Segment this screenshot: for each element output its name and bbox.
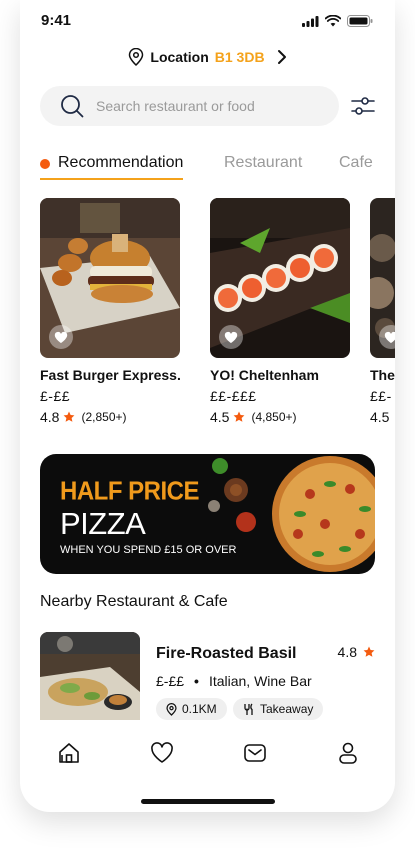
tab-label: Recommendation (58, 154, 184, 171)
status-time: 9:41 (41, 12, 72, 29)
bottom-navigation (20, 720, 395, 784)
distance-value: 0.1KM (182, 702, 217, 716)
rating-value: 4.8 (40, 409, 60, 425)
restaurant-thumbnail (40, 632, 140, 722)
star-icon (363, 646, 375, 657)
restaurant-card[interactable]: YO! Cheltenham ££-£££ 4.5 (4,850+) (210, 198, 350, 425)
search-icon (61, 95, 84, 118)
active-dot (40, 159, 50, 169)
restaurant-image-burger (40, 198, 180, 358)
section-title-nearby: Nearby Restaurant & Cafe (40, 593, 228, 610)
favorite-button[interactable] (219, 325, 243, 349)
signal-icon (302, 15, 319, 27)
distance-chip: 0.1KM (156, 698, 227, 720)
battery-icon (347, 15, 373, 27)
nav-home[interactable] (56, 740, 82, 766)
price-range: ££- (370, 388, 392, 404)
favorite-button[interactable] (49, 325, 73, 349)
chevron-right-icon (277, 50, 286, 64)
pizza-image (208, 456, 375, 572)
status-bar: 9:41 (20, 12, 395, 32)
restaurant-image-sushi (210, 198, 350, 358)
nav-profile[interactable] (335, 740, 361, 766)
heart-icon (151, 742, 173, 763)
restaurant-card[interactable]: The ££- 4.5 (370, 198, 395, 425)
rating: 4.8 (2,850+) (40, 409, 180, 425)
heart-icon (54, 331, 68, 343)
nearby-rating: 4.8 (338, 644, 375, 660)
promo-product: PIZZA (60, 506, 146, 541)
category-tabs: Recommendation Restaurant Cafe (40, 154, 395, 182)
price-range: ££-£££ (210, 388, 257, 404)
review-count: (4,850+) (251, 410, 297, 424)
restaurant-name: Fast Burger Express... (40, 367, 180, 383)
star-icon (64, 411, 75, 422)
service-value: Takeaway (260, 702, 314, 716)
search-input[interactable] (96, 98, 326, 114)
rating: 4.5 (370, 409, 395, 425)
nav-messages[interactable] (242, 740, 268, 766)
promo-banner[interactable]: HALF PRICE PIZZA WHEN YOU SPEND £15 OR O… (40, 454, 375, 574)
heart-icon (384, 331, 395, 343)
price-range: £-££ (156, 673, 185, 689)
home-indicator (141, 799, 275, 804)
nearby-restaurant-item[interactable]: Fire-Roasted Basil 4.8 £-££ • Italian, W… (40, 632, 375, 722)
wifi-icon (325, 15, 341, 27)
rating-value: 4.5 (370, 409, 390, 425)
filter-icon[interactable] (350, 94, 376, 118)
category: Italian, Wine Bar (208, 673, 312, 689)
location-pin-icon (129, 48, 144, 66)
cutlery-icon (244, 703, 253, 715)
nearby-restaurant-name: Fire-Roasted Basil (156, 645, 297, 662)
profile-icon (339, 742, 357, 764)
nav-favorites[interactable] (149, 740, 175, 766)
tab-restaurant[interactable]: Restaurant (224, 154, 302, 172)
location-label: Location (150, 49, 209, 65)
tab-recommendation[interactable]: Recommendation (40, 154, 184, 180)
price-range: £-££ (40, 388, 71, 404)
heart-icon (224, 331, 238, 343)
restaurant-image (370, 198, 395, 358)
rating-value: 4.5 (210, 409, 230, 425)
star-icon (234, 411, 245, 422)
promo-headline: HALF PRICE (60, 476, 200, 507)
phone-screen: 9:41 Location B1 3DB Recommendation Rest… (20, 0, 395, 812)
location-code: B1 3DB (214, 49, 265, 65)
restaurant-name: YO! Cheltenham (210, 367, 319, 383)
restaurant-name: The (370, 367, 395, 383)
nearby-meta: £-££ • Italian, Wine Bar (156, 673, 312, 689)
tab-cafe[interactable]: Cafe (339, 154, 373, 172)
location-selector[interactable]: Location B1 3DB (20, 48, 395, 66)
rating: 4.5 (4,850+) (210, 409, 350, 425)
separator-dot: • (194, 673, 199, 689)
search-bar[interactable] (40, 86, 339, 126)
status-icons (302, 15, 373, 27)
review-count: (2,850+) (81, 410, 127, 424)
service-chip: Takeaway (233, 698, 324, 720)
rating-value: 4.8 (337, 644, 357, 660)
home-icon (59, 743, 79, 763)
location-pin-icon (166, 702, 177, 716)
mail-icon (244, 744, 266, 762)
restaurant-card[interactable]: Fast Burger Express... £-££ 4.8 (2,850+) (40, 198, 180, 425)
